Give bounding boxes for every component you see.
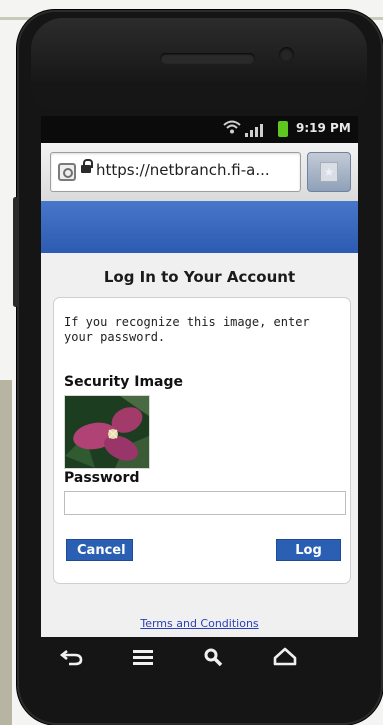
status-bar: 9:19 PM — [41, 116, 358, 143]
terms-link[interactable]: Terms and Conditions — [41, 617, 358, 630]
bookmark-star-icon: ★ — [320, 162, 338, 182]
wifi-icon — [223, 120, 241, 138]
url-bar[interactable]: https://netbranch.fi-a... — [50, 152, 301, 192]
phone-frame: 9:19 PM https://netbranch.fi-a... ★ Log … — [13, 10, 383, 725]
home-icon[interactable] — [271, 645, 299, 669]
menu-icon[interactable] — [129, 645, 157, 669]
android-nav-bar — [40, 637, 337, 679]
password-field[interactable] — [64, 491, 346, 515]
security-image — [64, 395, 150, 469]
login-button[interactable]: Log In — [276, 539, 341, 580]
signal-icon — [245, 123, 267, 137]
password-label: Password — [64, 470, 140, 486]
battery-icon — [278, 121, 288, 137]
front-camera — [279, 47, 294, 62]
earpiece-speaker — [160, 53, 255, 64]
cancel-button[interactable]: Cancel — [66, 539, 133, 561]
browser-toolbar: https://netbranch.fi-a... ★ — [41, 143, 358, 202]
instructions-text: If you recognize this image, enter your … — [64, 315, 310, 344]
background-strip — [0, 380, 12, 725]
login-card: If you recognize this image, enter your … — [53, 297, 351, 584]
web-page: Log In to Your Account If you recognize … — [41, 201, 358, 637]
status-time: 9:19 PM — [296, 121, 351, 135]
security-image-label: Security Image — [64, 374, 183, 390]
search-icon[interactable] — [200, 645, 228, 669]
lock-icon — [81, 159, 93, 173]
page-title: Log In to Your Account — [103, 268, 296, 286]
bookmark-button[interactable]: ★ — [307, 152, 351, 192]
side-button — [13, 197, 18, 307]
back-icon[interactable] — [58, 645, 86, 669]
url-text[interactable]: https://netbranch.fi-a... — [96, 161, 270, 179]
phone-screen: 9:19 PM https://netbranch.fi-a... ★ Log … — [41, 116, 358, 637]
site-favicon-icon — [58, 163, 76, 181]
site-header — [41, 201, 358, 253]
